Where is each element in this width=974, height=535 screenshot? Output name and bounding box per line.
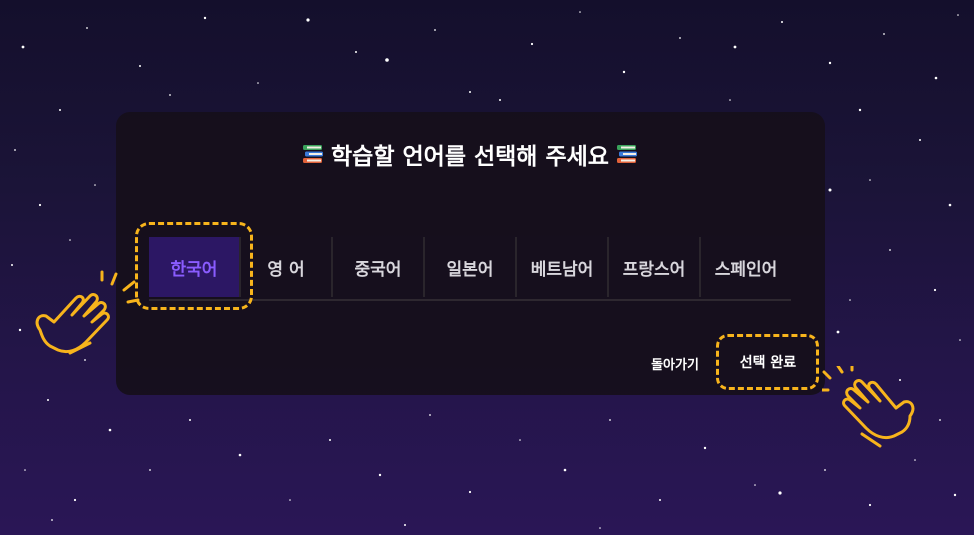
- language-tab-japanese[interactable]: 일본어: [425, 237, 517, 297]
- pointing-hand-icon: [35, 270, 140, 355]
- language-tabs: 한국어 영 어 중국어 일본어 베트남어 프랑스어 스페인어: [149, 237, 791, 301]
- language-tab-english[interactable]: 영 어: [241, 237, 333, 297]
- language-tab-vietnamese[interactable]: 베트남어: [517, 237, 609, 297]
- language-tab-french[interactable]: 프랑스어: [609, 237, 701, 297]
- pointing-hand-icon: [822, 366, 915, 448]
- language-tab-korean[interactable]: 한국어: [149, 237, 241, 297]
- back-button[interactable]: 돌아가기: [640, 350, 710, 376]
- dialog-title-text: 학습할 언어를 선택해 주세요: [331, 144, 609, 170]
- confirm-selection-button[interactable]: 선택 완료: [726, 347, 810, 377]
- language-tab-chinese[interactable]: 중국어: [333, 237, 425, 297]
- books-icon: [303, 145, 324, 163]
- books-icon: [616, 145, 637, 163]
- dialog-title: 학습할 언어를 선택해 주세요: [0, 137, 940, 171]
- language-tab-spanish[interactable]: 스페인어: [701, 237, 791, 297]
